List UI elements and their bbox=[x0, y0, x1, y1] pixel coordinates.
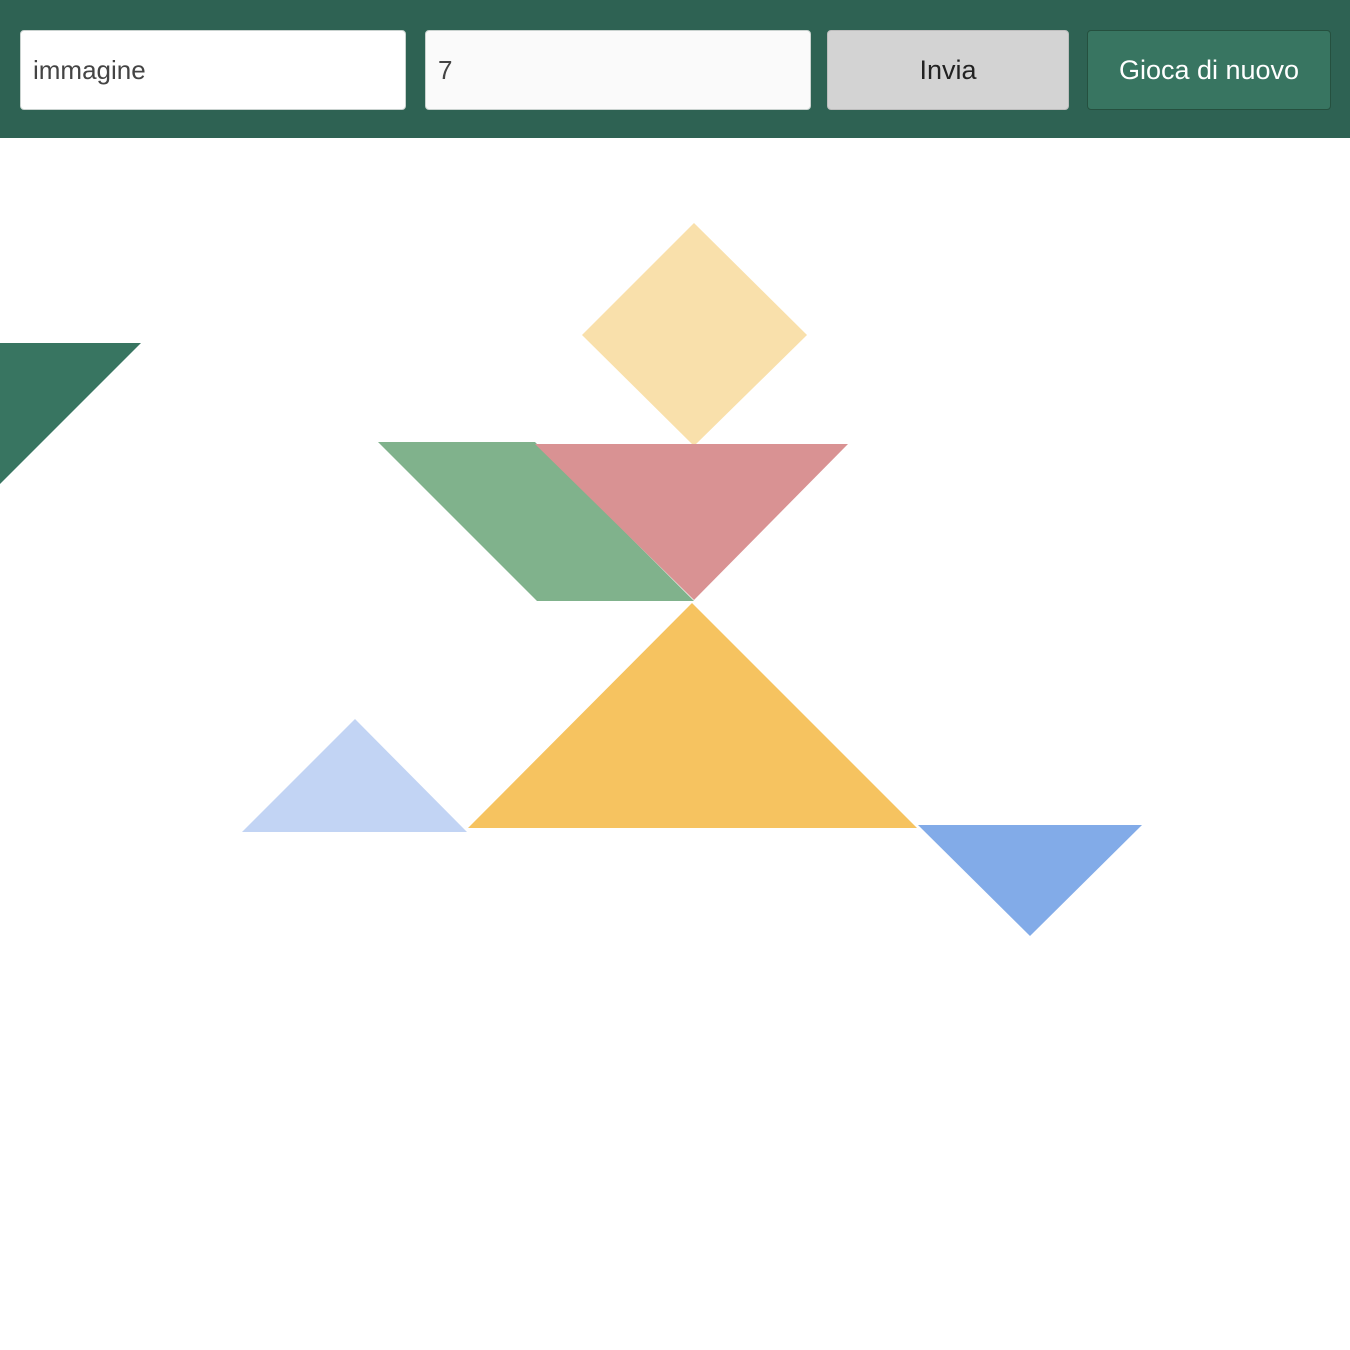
toolbar: Invia Gioca di nuovo bbox=[0, 0, 1350, 138]
word-input[interactable] bbox=[20, 30, 406, 110]
dark-green-triangle-piece[interactable] bbox=[0, 343, 141, 484]
light-blue-triangle-piece[interactable] bbox=[242, 719, 467, 832]
pale-yellow-square-piece[interactable] bbox=[582, 223, 807, 446]
number-input[interactable] bbox=[425, 30, 811, 110]
play-again-button[interactable]: Gioca di nuovo bbox=[1087, 30, 1331, 110]
tangram-board bbox=[0, 138, 1350, 1350]
blue-triangle-piece[interactable] bbox=[918, 825, 1142, 936]
orange-triangle-piece[interactable] bbox=[468, 603, 917, 828]
tangram-canvas bbox=[0, 223, 1142, 936]
send-button[interactable]: Invia bbox=[827, 30, 1069, 110]
